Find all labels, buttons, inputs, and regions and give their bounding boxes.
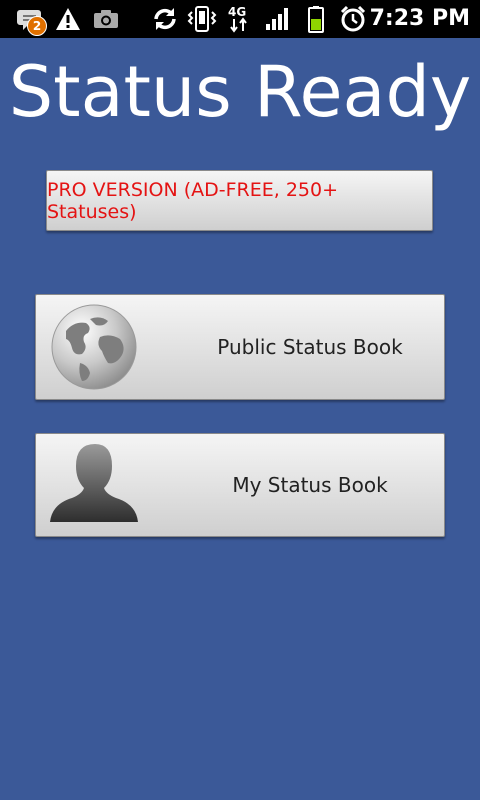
status-bar-time: 7:23 PM — [369, 6, 470, 31]
status-bar: 2 4G 7:23 PM — [0, 0, 480, 38]
camera-icon — [92, 0, 120, 38]
sync-icon — [150, 0, 180, 38]
battery-icon — [304, 0, 328, 38]
pro-version-button[interactable]: PRO VERSION (AD-FREE, 250+ Statuses) — [46, 170, 433, 231]
pro-version-label: PRO VERSION (AD-FREE, 250+ Statuses) — [47, 178, 339, 223]
app-title: Status Ready — [8, 51, 472, 133]
4g-icon: 4G — [226, 0, 252, 38]
public-status-book-button[interactable]: Public Status Book — [35, 294, 445, 400]
my-status-book-button[interactable]: My Status Book — [35, 433, 445, 537]
user-silhouette-icon — [48, 442, 144, 530]
signal-icon — [264, 0, 292, 38]
public-status-book-label: Public Status Book — [217, 335, 403, 359]
globe-icon — [50, 303, 138, 395]
vibrate-icon — [186, 0, 218, 38]
notification-count-badge: 2 — [27, 16, 47, 36]
my-status-book-label: My Status Book — [232, 473, 388, 497]
warning-icon — [54, 0, 82, 38]
svg-text:4G: 4G — [228, 5, 246, 19]
alarm-icon — [338, 0, 368, 38]
